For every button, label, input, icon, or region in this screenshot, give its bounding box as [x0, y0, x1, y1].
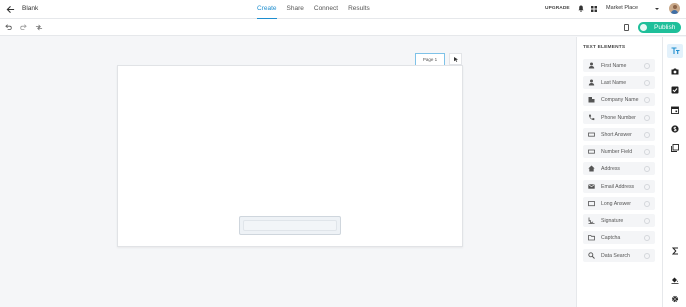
page-options-button[interactable] [449, 53, 462, 65]
element-number-field[interactable]: Number Field [583, 145, 655, 158]
publish-label: Publish [654, 24, 676, 31]
short-answer-icon [588, 132, 595, 137]
element-first-name[interactable]: First Name [583, 59, 655, 72]
element-phone-number[interactable]: Phone Number [583, 111, 655, 124]
person-icon [588, 79, 595, 86]
add-circle-icon[interactable] [644, 62, 650, 69]
element-short-answer[interactable]: Short Answer [583, 128, 655, 141]
publish-toggle[interactable]: Publish [638, 22, 681, 33]
page-tab[interactable]: Page 1 [415, 53, 445, 65]
element-last-name[interactable]: Last Name [583, 76, 655, 89]
calendar-icon[interactable] [669, 104, 681, 116]
email-icon [588, 184, 595, 189]
avatar[interactable] [669, 3, 680, 14]
home-icon [588, 165, 595, 172]
back-arrow-icon[interactable] [6, 5, 15, 14]
element-signature[interactable]: Signature [583, 214, 655, 227]
chevron-down-icon[interactable] [655, 8, 659, 10]
workspace-selector[interactable]: Market Place [606, 5, 638, 11]
tab-connect[interactable]: Connect [314, 0, 338, 19]
signature-icon [588, 217, 595, 224]
text-elements-icon[interactable] [667, 44, 683, 58]
building-icon [588, 97, 595, 103]
gear-icon[interactable] [669, 293, 681, 305]
element-company-name[interactable]: Company Name [583, 93, 655, 106]
add-circle-icon[interactable] [644, 148, 650, 155]
camera-icon[interactable] [669, 65, 681, 77]
add-circle-icon[interactable] [644, 96, 650, 103]
payment-icon[interactable] [669, 123, 681, 135]
folder-icon [588, 235, 595, 241]
mobile-preview-icon[interactable] [624, 24, 629, 31]
history-icon[interactable] [35, 24, 43, 31]
element-data-search[interactable]: Data Search [583, 249, 655, 262]
upgrade-link[interactable]: UPGRADE [545, 6, 570, 11]
add-circle-icon[interactable] [644, 217, 650, 224]
apps-grid-icon[interactable] [591, 6, 597, 12]
element-captcha[interactable]: Captcha [583, 231, 655, 244]
tab-share[interactable]: Share [287, 0, 304, 19]
add-circle-icon[interactable] [644, 165, 650, 172]
add-circle-icon[interactable] [644, 131, 650, 138]
bell-icon[interactable] [578, 5, 584, 12]
add-circle-icon[interactable] [644, 200, 650, 207]
long-answer-icon [588, 201, 595, 207]
layout-pages-icon[interactable] [669, 142, 681, 154]
cursor-arrow-icon [454, 57, 458, 62]
add-circle-icon[interactable] [644, 114, 650, 121]
search-icon [588, 252, 595, 259]
element-address[interactable]: Address [583, 162, 655, 175]
undo-icon[interactable] [5, 24, 12, 31]
add-circle-icon[interactable] [644, 252, 650, 259]
panel-title: TEXT ELEMENTS [583, 45, 626, 50]
element-category-rail [662, 37, 686, 307]
main-tabs: Create Share Connect Results [257, 0, 380, 19]
add-circle-icon[interactable] [644, 234, 650, 241]
element-email-address[interactable]: Email Address [583, 180, 655, 193]
number-field-icon [588, 149, 595, 154]
checkbox-icon[interactable] [669, 84, 681, 96]
submit-button[interactable] [239, 216, 341, 235]
phone-icon [588, 114, 595, 121]
tab-create[interactable]: Create [257, 0, 277, 19]
top-bar: Blank Create Share Connect Results UPGRA… [0, 0, 686, 19]
paint-bucket-icon[interactable] [669, 274, 681, 286]
tab-results[interactable]: Results [348, 0, 370, 19]
add-circle-icon[interactable] [644, 79, 650, 86]
element-long-answer[interactable]: Long Answer [583, 197, 655, 210]
sigma-icon[interactable] [669, 245, 681, 257]
form-title[interactable]: Blank [22, 5, 38, 12]
redo-icon[interactable] [20, 24, 27, 31]
toggle-knob [640, 24, 647, 31]
add-circle-icon[interactable] [644, 183, 650, 190]
person-icon [588, 62, 595, 69]
editor-toolbar: Publish [0, 19, 686, 36]
elements-panel: TEXT ELEMENTS First Name Last Name Compa… [576, 37, 662, 307]
